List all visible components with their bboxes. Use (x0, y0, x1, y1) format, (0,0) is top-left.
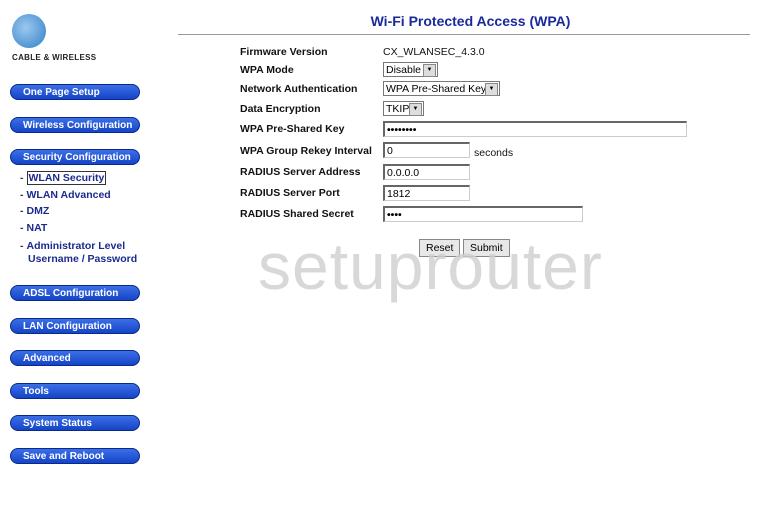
nav-adsl-configuration[interactable]: ADSL Configuration (10, 285, 140, 301)
sub-admin-password[interactable]: - Administrator Level Username / Password (20, 240, 137, 265)
firmware-value: CX_WLANSEC_4.3.0 (383, 46, 485, 58)
wpa-mode-label: WPA Mode (240, 64, 294, 76)
nav-tools[interactable]: Tools (10, 383, 140, 399)
nav-one-page-setup[interactable]: One Page Setup (10, 84, 140, 100)
radius-port-label: RADIUS Server Port (240, 187, 340, 199)
sub-dmz[interactable]: - DMZ (20, 205, 49, 217)
page-title: Wi-Fi Protected Access (WPA) (370, 13, 571, 29)
nav-system-status[interactable]: System Status (10, 415, 140, 431)
network-auth-select[interactable]: WPA Pre-Shared Key ▼ (383, 81, 500, 96)
network-auth-label: Network Authentication (240, 83, 358, 95)
rekey-input[interactable]: 0 (383, 142, 470, 158)
psk-label: WPA Pre-Shared Key (240, 123, 345, 135)
data-encryption-select[interactable]: TKIP ▼ (383, 101, 424, 116)
chevron-down-icon: ▼ (485, 83, 498, 96)
rekey-label: WPA Group Rekey Interval (240, 145, 372, 157)
sub-wlan-advanced[interactable]: - WLAN Advanced (20, 189, 111, 201)
chevron-down-icon: ▼ (409, 103, 422, 116)
divider (178, 34, 750, 35)
chevron-down-icon: ▼ (423, 64, 436, 77)
radius-secret-input[interactable]: •••• (383, 206, 583, 222)
radius-address-input[interactable]: 0.0.0.0 (383, 164, 470, 180)
rekey-unit: seconds (474, 147, 514, 159)
wpa-mode-select[interactable]: Disable ▼ (383, 62, 438, 77)
reset-button[interactable]: Reset (419, 239, 461, 257)
data-encryption-label: Data Encryption (240, 103, 321, 115)
radius-address-label: RADIUS Server Address (240, 166, 361, 178)
nav-wireless-configuration[interactable]: Wireless Configuration (10, 117, 140, 133)
radius-secret-label: RADIUS Shared Secret (240, 208, 354, 220)
psk-input[interactable]: •••••••• (383, 121, 687, 137)
nav-save-and-reboot[interactable]: Save and Reboot (10, 448, 140, 464)
sub-wlan-security[interactable]: - WLAN Security (20, 171, 107, 185)
nav-security-configuration[interactable]: Security Configuration (10, 149, 140, 165)
submit-button[interactable]: Submit (463, 239, 510, 257)
nav-lan-configuration[interactable]: LAN Configuration (10, 318, 140, 334)
nav-advanced-configuration[interactable]: Advanced Configuration (10, 350, 140, 380)
radius-port-input[interactable]: 1812 (383, 185, 470, 201)
globe-icon (12, 14, 46, 48)
sub-nat[interactable]: - NAT (20, 222, 47, 234)
firmware-label: Firmware Version (240, 46, 328, 58)
cable-wireless-logo: CABLE & WIRELESS (12, 14, 122, 62)
